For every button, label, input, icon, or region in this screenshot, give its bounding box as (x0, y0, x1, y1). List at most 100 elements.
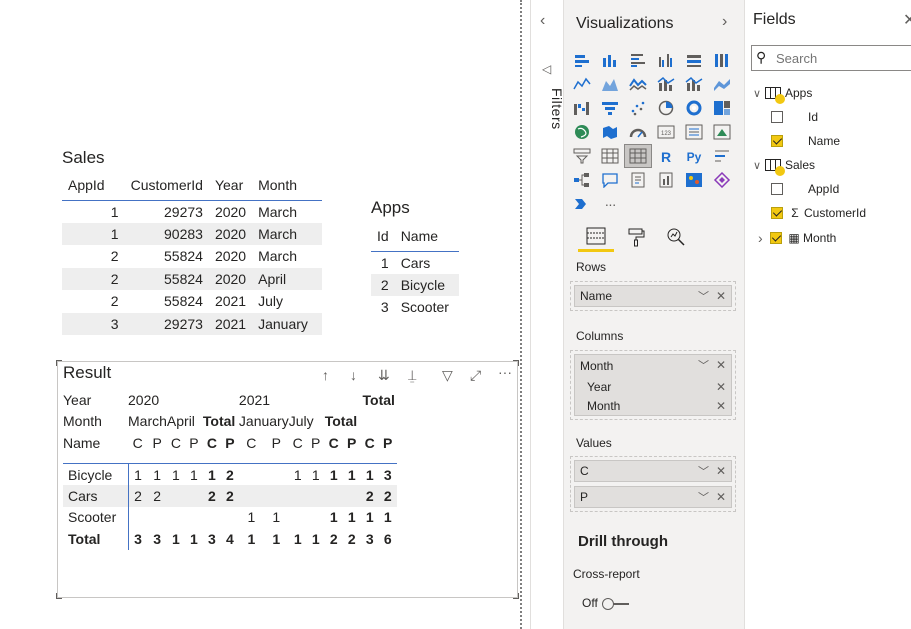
table-row[interactable]: 3 Scooter (371, 296, 459, 319)
pie-chart-icon[interactable] (652, 96, 680, 120)
field-item-customerid[interactable]: Σ CustomerId (771, 206, 866, 220)
matrix-icon[interactable] (624, 144, 652, 168)
resize-handle-icon[interactable] (513, 593, 519, 599)
card-icon[interactable]: 123 (652, 120, 680, 144)
checkbox-month[interactable] (770, 232, 782, 244)
kpi-icon[interactable] (708, 120, 736, 144)
column-header[interactable]: Month (252, 170, 322, 201)
filters-pane-collapsed[interactable]: ‹ ◁ Filters (530, 0, 565, 629)
scatter-icon[interactable] (624, 96, 652, 120)
matrix-year-header[interactable]: 2021 (239, 389, 361, 411)
more-visuals-icon[interactable]: ··· (596, 192, 624, 216)
rows-well[interactable]: Name ﹀ ✕ (570, 281, 736, 311)
chevron-right-icon[interactable]: › (722, 13, 727, 31)
close-icon[interactable]: ✕ (716, 399, 726, 413)
ribbon-chart-icon[interactable] (708, 72, 736, 96)
gauge-icon[interactable] (624, 120, 652, 144)
close-icon[interactable]: ✕ (716, 464, 726, 478)
line-chart-icon[interactable] (568, 72, 596, 96)
result-matrix-visual[interactable]: Result ↑ ↓ ⇊ ⍊ ▽ ⤢ ··· Year 2020 2021 Total… (56, 360, 519, 599)
qa-icon[interactable] (596, 168, 624, 192)
tab-build-visual[interactable] (578, 222, 614, 252)
values-field-pill-p[interactable]: P ﹀ ✕ (574, 486, 732, 508)
stacked-bar-icon[interactable] (568, 48, 596, 72)
key-influencers-icon[interactable] (708, 144, 736, 168)
fields-search-input[interactable] (751, 45, 911, 71)
paginated-report-icon[interactable] (652, 168, 680, 192)
sales-table[interactable]: AppId CustomerId Year Month 1 29273 2020 March… (62, 170, 322, 335)
columns-sub-year[interactable]: Year ✕ (575, 377, 731, 396)
field-item-appid[interactable]: AppId (771, 182, 839, 196)
checkbox-appid[interactable] (771, 183, 783, 195)
chevron-down-icon[interactable]: ﹀ (698, 463, 709, 479)
checkbox-name[interactable] (771, 135, 783, 147)
field-item-month[interactable]: › ▦ Month (758, 230, 836, 246)
close-icon[interactable]: ✕ (716, 358, 726, 372)
table-row[interactable]: 2 55824 2020 April (62, 267, 322, 290)
r-visual-icon[interactable]: R (652, 144, 680, 168)
treemap-icon[interactable] (708, 96, 736, 120)
arcgis-icon[interactable] (680, 168, 708, 192)
field-item-name[interactable]: Name (771, 134, 840, 148)
chevron-down-icon[interactable]: ﹀ (698, 357, 709, 373)
field-item-id[interactable]: Id (771, 110, 818, 124)
matrix-month-header[interactable]: March (128, 411, 167, 433)
clustered-bar-icon[interactable] (624, 48, 652, 72)
column-header[interactable]: Id (371, 221, 395, 252)
chevron-left-icon[interactable]: ‹ (540, 12, 545, 30)
filter-icon[interactable]: ▽ (442, 367, 453, 384)
stacked-column-icon[interactable] (596, 48, 624, 72)
columns-hierarchy-pill[interactable]: Month ﹀ ✕ Year ✕ Month ✕ (574, 354, 732, 416)
column-header[interactable]: Year (208, 170, 253, 201)
funnel-icon[interactable] (596, 96, 624, 120)
clustered-column-icon[interactable] (652, 48, 680, 72)
power-apps-icon[interactable] (708, 168, 736, 192)
table-row[interactable]: 2 55824 2021 July (62, 290, 322, 313)
more-options-icon[interactable]: ··· (498, 364, 512, 380)
decomposition-tree-icon[interactable] (568, 168, 596, 192)
column-header[interactable]: CustomerId (124, 170, 209, 201)
columns-field-pill[interactable]: Month ﹀ ✕ (575, 355, 731, 377)
columns-sub-month[interactable]: Month ✕ (575, 396, 731, 415)
100-column-icon[interactable] (708, 48, 736, 72)
checkbox-id[interactable] (771, 111, 783, 123)
chevron-down-icon[interactable]: ﹀ (698, 288, 709, 304)
table-row[interactable]: 2 55824 2020 March (62, 245, 322, 268)
close-icon[interactable]: ✕ (716, 490, 726, 504)
column-header[interactable]: Name (394, 221, 459, 252)
map-icon[interactable] (568, 120, 596, 144)
table-row[interactable]: 2 Bicycle (371, 273, 459, 296)
table-row[interactable]: 3 29273 2021 January (62, 312, 322, 335)
checkbox-customerid[interactable] (771, 207, 783, 219)
drill-up-icon[interactable]: ↑ (322, 367, 329, 383)
donut-chart-icon[interactable] (680, 96, 708, 120)
python-visual-icon[interactable]: Py (680, 144, 708, 168)
stacked-area-icon[interactable] (624, 72, 652, 96)
line-clustered-icon[interactable] (680, 72, 708, 96)
chevron-down-icon[interactable]: ∨ (753, 87, 765, 100)
matrix-row-header[interactable]: Bicycle (63, 463, 129, 485)
expand-all-icon[interactable]: ⍊ (408, 367, 416, 384)
close-icon[interactable]: ✕ (716, 380, 726, 394)
matrix-month-header[interactable]: July (289, 411, 325, 433)
chevron-down-icon[interactable]: ∨ (753, 159, 765, 172)
multi-row-card-icon[interactable] (680, 120, 708, 144)
focus-mode-icon[interactable]: ⤢ (470, 367, 481, 384)
narrative-icon[interactable] (624, 168, 652, 192)
resize-handle-icon[interactable] (513, 360, 519, 366)
toggle-switch-icon[interactable] (601, 598, 630, 610)
table-row[interactable]: 1 29273 2020 March (62, 200, 322, 223)
power-automate-icon[interactable] (568, 192, 596, 216)
filters-label[interactable]: Filters (549, 88, 565, 130)
matrix-month-header[interactable]: January (239, 411, 289, 433)
column-header[interactable]: AppId (62, 170, 125, 201)
close-icon[interactable]: ✕ (903, 10, 911, 30)
matrix-month-header[interactable]: April (167, 411, 203, 433)
matrix-row[interactable]: Cars 2 2 2 2 2 2 (63, 485, 397, 507)
table-row[interactable]: 1 Cars (371, 251, 459, 274)
matrix-row-header[interactable]: Scooter (63, 506, 129, 528)
tab-format[interactable] (618, 222, 654, 252)
apps-table[interactable]: Id Name 1 Cars 2 Bicycle 3 Scooter (371, 221, 459, 319)
matrix-row[interactable]: Bicycle 1 1 1 1 1 2 1 1 1 1 1 3 (63, 463, 397, 485)
line-column-icon[interactable] (652, 72, 680, 96)
